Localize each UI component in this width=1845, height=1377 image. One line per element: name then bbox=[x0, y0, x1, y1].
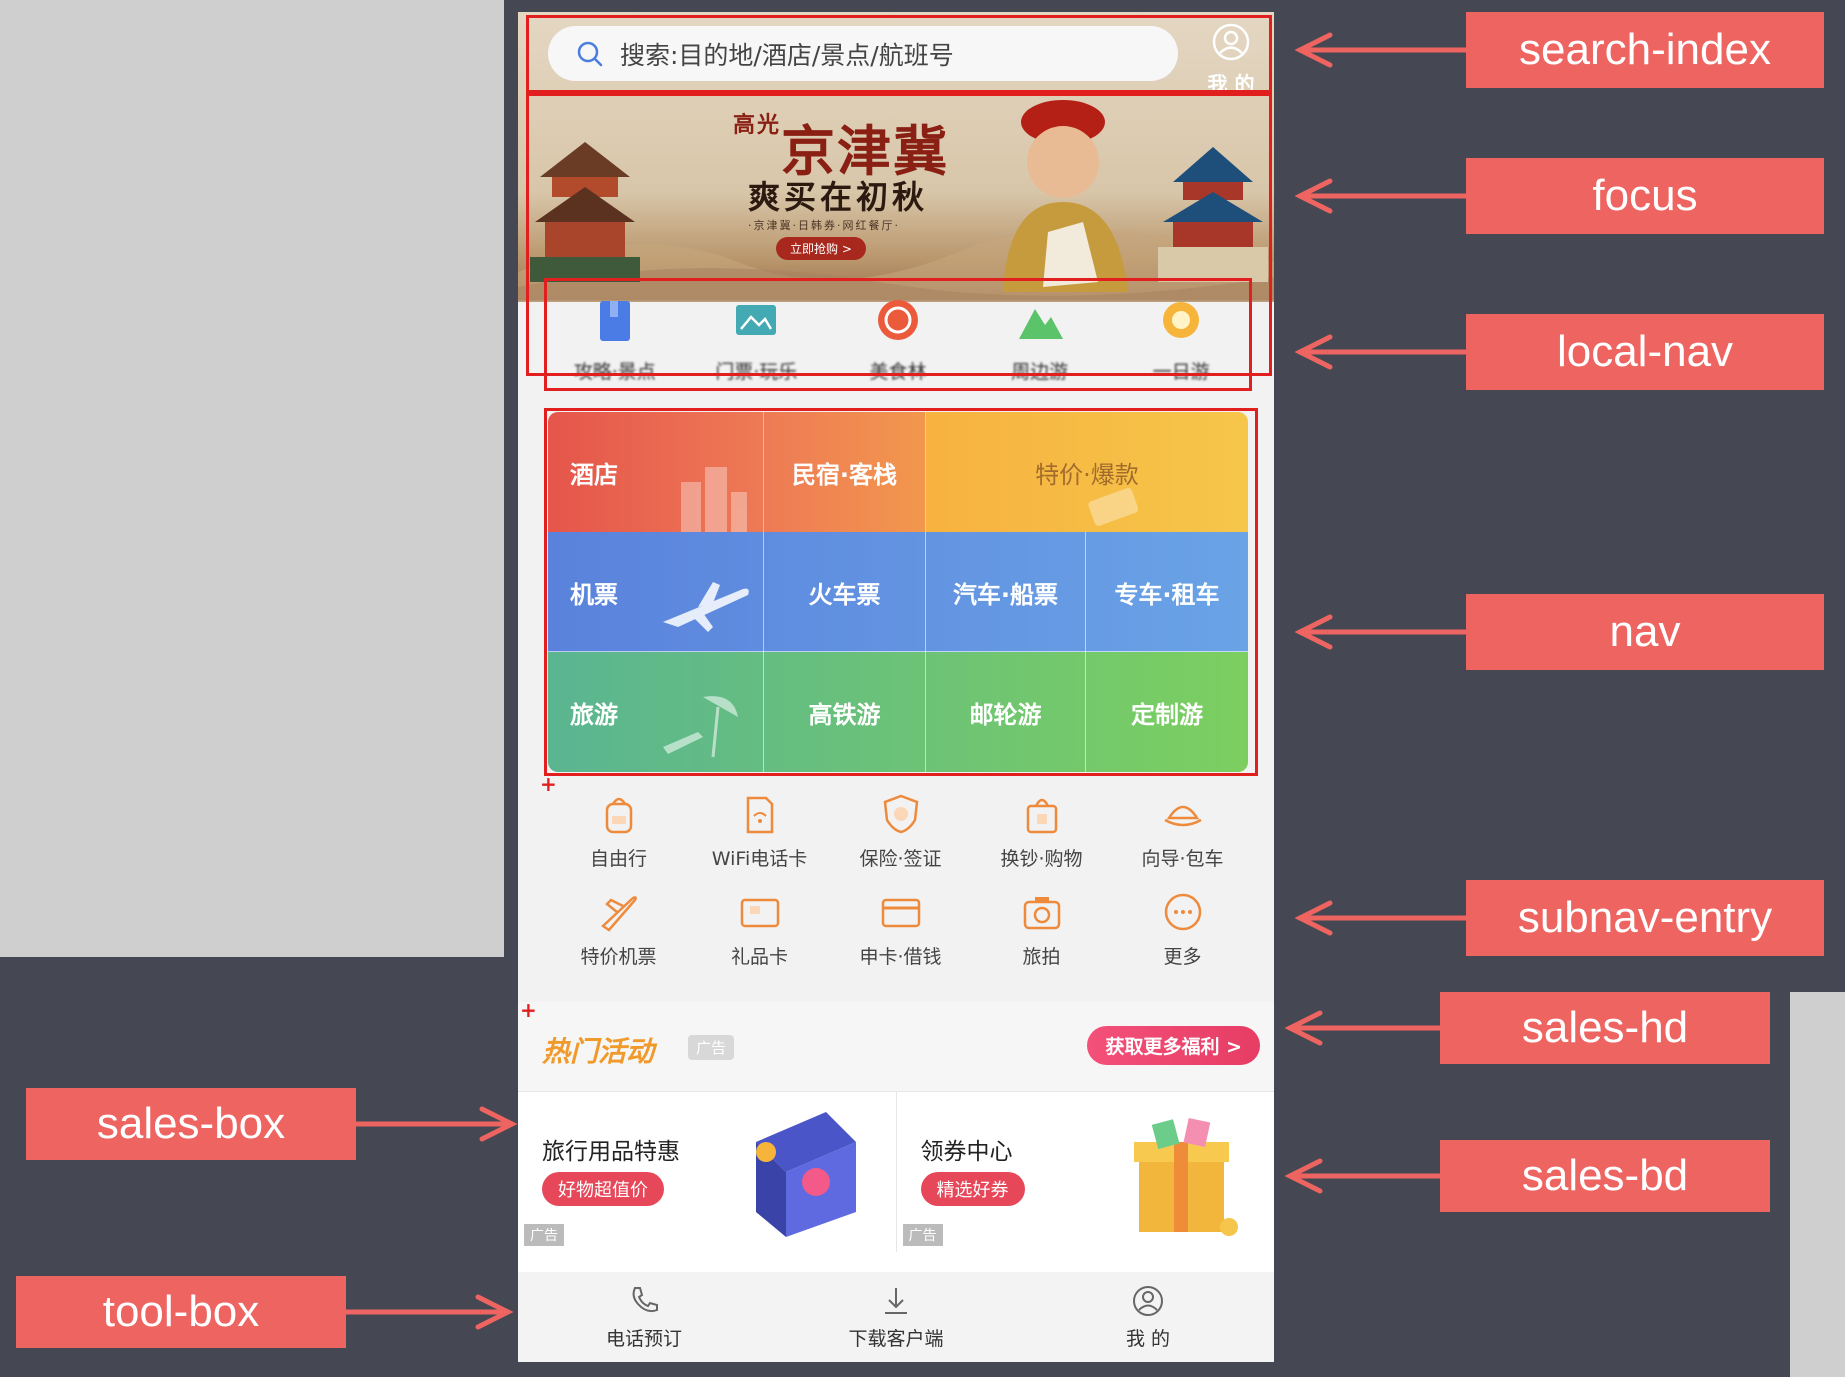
arrows-layer bbox=[343, 32, 1469, 1330]
